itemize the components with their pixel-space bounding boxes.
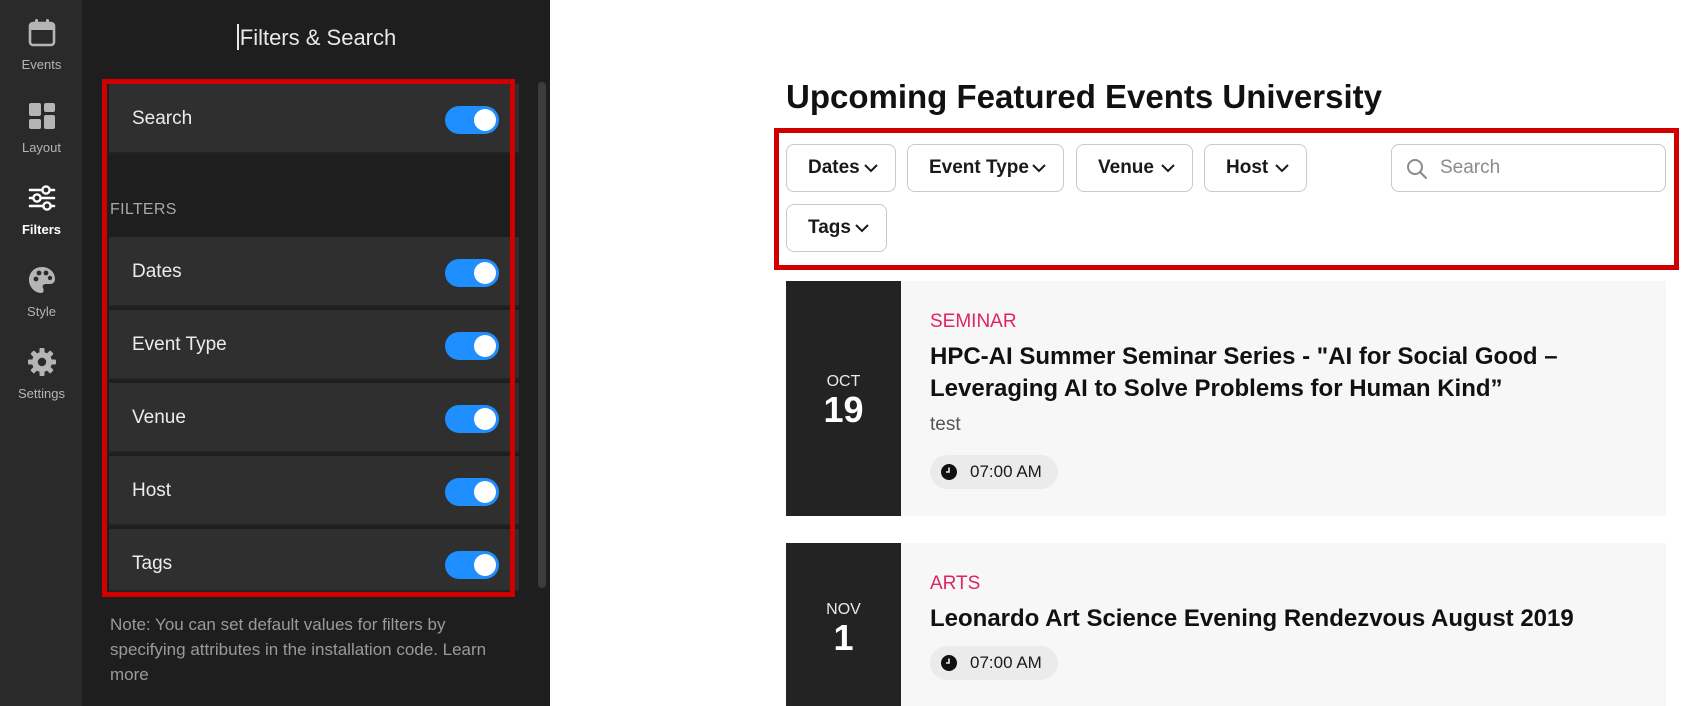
filter-button-label: Tags — [808, 217, 851, 238]
search-toggle[interactable] — [445, 106, 499, 134]
defaults-note: Note: You can set default values for fil… — [110, 615, 487, 684]
rail-item-layout[interactable]: Layout — [0, 91, 83, 161]
event-title[interactable]: Leonardo Art Science Evening Rendezvous … — [930, 603, 1685, 635]
icon-rail: Events Layout Filters Style Settings — [0, 0, 83, 706]
rail-item-filters[interactable]: Filters — [0, 173, 83, 243]
filter-event-type-dropdown[interactable]: Event Type — [907, 144, 1064, 192]
filter-row-event-type: Event Type — [109, 310, 519, 380]
event-type-toggle[interactable] — [445, 332, 499, 360]
event-title[interactable]: HPC-AI Summer Seminar Series - "AI for S… — [930, 341, 1630, 405]
events-preview: Upcoming Featured Events University Date… — [550, 0, 1685, 706]
filters-settings-panel: Filters & Search Search FILTERS Dates Ev… — [83, 0, 550, 706]
event-time-pill: 07:00 AM — [930, 455, 1058, 489]
filter-row-label: Host — [132, 480, 172, 501]
event-time: 07:00 AM — [970, 462, 1042, 481]
rail-label-style: Style — [27, 304, 56, 319]
filter-dates-dropdown[interactable]: Dates — [786, 144, 896, 192]
filter-button-label: Venue — [1098, 157, 1154, 178]
calendar-icon — [28, 19, 56, 47]
palette-icon — [29, 267, 55, 293]
chevron-down-icon — [1161, 164, 1175, 173]
toggle-knob — [474, 335, 496, 357]
app-window: Events Layout Filters Style Settings Fil… — [0, 0, 1685, 706]
panel-title-text: Filters & Search — [239, 25, 397, 50]
filter-row-label: Tags — [132, 553, 173, 574]
event-day: 1 — [833, 617, 854, 658]
filter-venue-dropdown[interactable]: Venue — [1076, 144, 1193, 192]
search-toggle-label: Search — [132, 108, 193, 129]
chevron-down-icon — [1275, 164, 1289, 173]
toggle-knob — [474, 408, 496, 430]
chevron-down-icon — [864, 164, 878, 173]
gear-icon — [28, 348, 56, 376]
chevron-down-icon — [1032, 164, 1046, 173]
dates-toggle[interactable] — [445, 259, 499, 287]
filter-row-dates: Dates — [109, 237, 519, 307]
search-icon — [1407, 159, 1427, 179]
chevron-down-icon — [855, 224, 869, 233]
search-input[interactable] — [1440, 146, 1655, 190]
text-cursor — [236, 24, 239, 50]
filter-row-host: Host — [109, 456, 519, 526]
filters-section-heading: FILTERS — [110, 201, 177, 218]
filter-row-label: Dates — [132, 261, 182, 282]
filter-row-tags: Tags — [109, 529, 519, 592]
rail-label-settings: Settings — [18, 386, 65, 401]
toggle-knob — [474, 554, 496, 576]
clock-icon — [941, 655, 957, 671]
panel-scrollbar[interactable] — [538, 82, 546, 588]
layout-grid-icon — [29, 103, 55, 129]
filter-button-label: Host — [1226, 157, 1269, 178]
toggle-knob — [474, 109, 496, 131]
filter-button-label: Dates — [808, 157, 860, 178]
filter-row-label: Venue — [132, 407, 186, 428]
clock-icon — [941, 464, 957, 480]
event-card[interactable]: OCT 19 SEMINAR HPC-AI Summer Seminar Ser… — [786, 281, 1666, 516]
event-time-pill: 07:00 AM — [930, 646, 1058, 680]
panel-title: Filters & Search — [83, 24, 550, 51]
event-time: 07:00 AM — [970, 653, 1042, 672]
event-day: 19 — [823, 389, 864, 430]
event-subtitle: test — [930, 414, 961, 435]
filter-tags-dropdown[interactable]: Tags — [786, 204, 887, 252]
page-title: Upcoming Featured Events University — [786, 78, 1382, 115]
event-search-box[interactable] — [1391, 144, 1666, 192]
rail-label-filters: Filters — [21, 222, 61, 237]
event-date-block: NOV 1 — [786, 543, 901, 706]
venue-toggle[interactable] — [445, 405, 499, 433]
sliders-icon — [28, 185, 56, 211]
rail-label-layout: Layout — [21, 140, 62, 155]
filter-row-label: Event Type — [132, 334, 227, 355]
rail-item-style[interactable]: Style — [0, 255, 83, 325]
search-toggle-row: Search — [109, 84, 519, 154]
host-toggle[interactable] — [445, 478, 499, 506]
event-category: ARTS — [930, 573, 981, 594]
event-date-block: OCT 19 — [786, 281, 901, 516]
rail-label-events: Events — [21, 57, 62, 72]
rail-item-settings[interactable]: Settings — [0, 337, 83, 407]
event-category: SEMINAR — [930, 311, 1017, 332]
toggle-knob — [474, 481, 496, 503]
filter-row-venue: Venue — [109, 383, 519, 453]
filter-host-dropdown[interactable]: Host — [1204, 144, 1307, 192]
rail-item-events[interactable]: Events — [0, 8, 83, 78]
filter-button-label: Event Type — [929, 157, 1029, 178]
event-card[interactable]: NOV 1 ARTS Leonardo Art Science Evening … — [786, 543, 1666, 706]
toggle-knob — [474, 262, 496, 284]
tags-toggle[interactable] — [445, 551, 499, 579]
